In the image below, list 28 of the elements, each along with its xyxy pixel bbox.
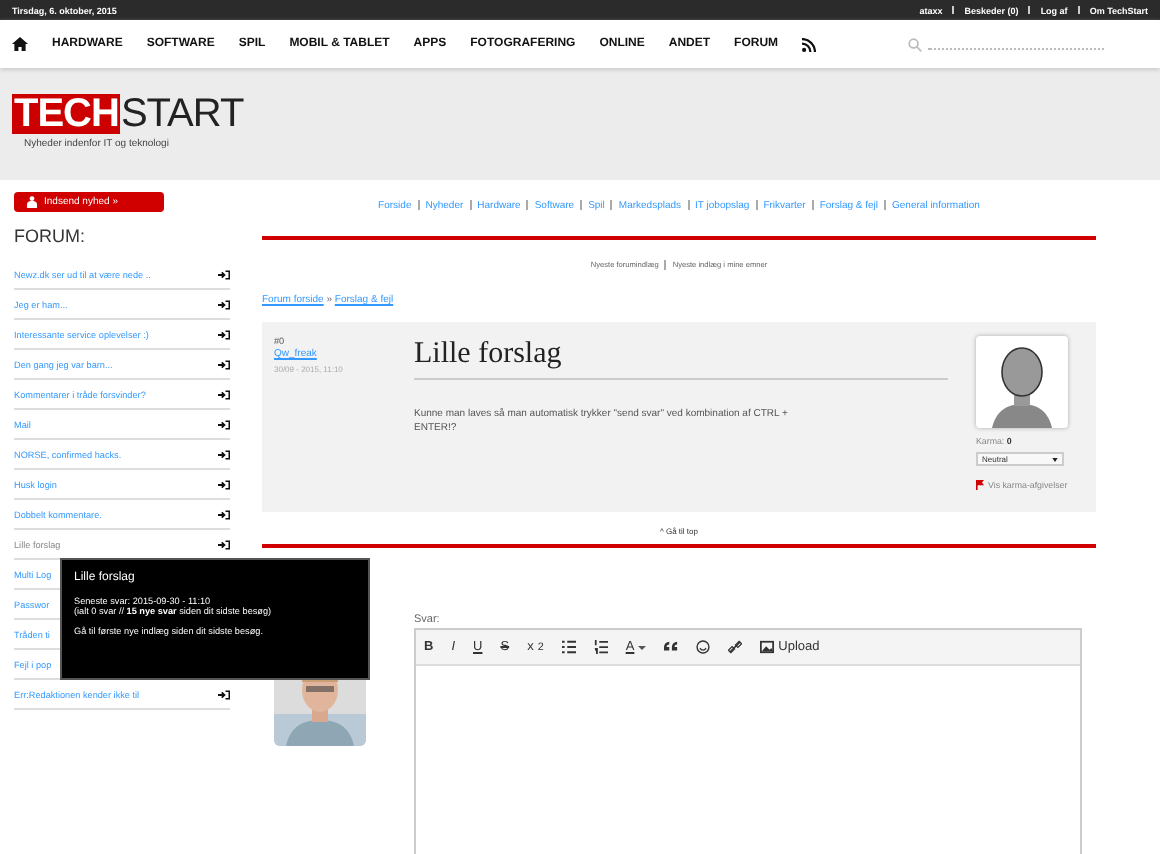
enter-icon[interactable] — [218, 449, 230, 459]
numbered-list-icon[interactable] — [593, 640, 608, 654]
image-icon — [760, 640, 775, 654]
logo-mark[interactable]: TECH — [12, 94, 121, 134]
caret-icon — [638, 645, 647, 649]
person-icon — [26, 196, 38, 208]
flag-icon — [976, 480, 984, 490]
enter-icon[interactable] — [218, 479, 230, 489]
enter-icon[interactable] — [218, 419, 230, 429]
logo-text[interactable]: START — [120, 94, 244, 134]
avatar-drawing — [976, 336, 1068, 428]
rss-icon[interactable] — [802, 37, 817, 51]
forum-heading: FORUM: — [14, 226, 87, 246]
enter-icon[interactable] — [218, 359, 230, 369]
caret-icon — [1052, 457, 1058, 461]
enter-icon[interactable] — [218, 539, 230, 549]
link-icon[interactable] — [728, 640, 743, 654]
enter-icon[interactable] — [218, 509, 230, 519]
enter-icon[interactable] — [218, 299, 230, 309]
home-icon[interactable] — [12, 36, 28, 52]
enter-icon[interactable] — [218, 689, 230, 699]
enter-icon[interactable] — [218, 269, 230, 279]
quote-icon[interactable] — [664, 640, 679, 654]
smiley-icon[interactable] — [696, 640, 711, 654]
bulleted-list-icon[interactable] — [561, 640, 576, 654]
enter-icon[interactable] — [218, 389, 230, 399]
post-title: Lille forslag — [414, 338, 948, 380]
enter-icon[interactable] — [218, 329, 230, 339]
